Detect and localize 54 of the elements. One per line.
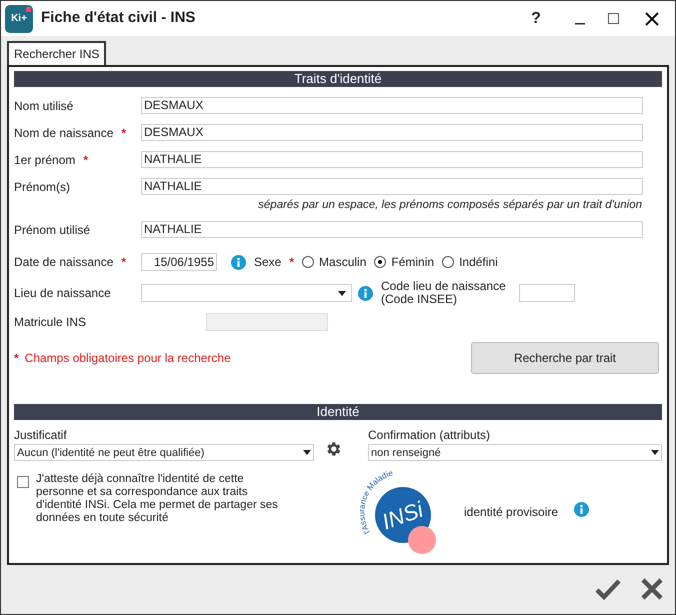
radio-button[interactable] [374, 256, 386, 268]
attest-text: J'atteste déjà connaître l'identité de cette personne et sa correspondance aux traits d'identité INSi. Cela me permet de partager ses données en toute sécurité [36, 473, 279, 526]
field-label: Sexe [254, 254, 282, 272]
required-mark: * [121, 124, 126, 142]
cancel-icon[interactable] [641, 578, 663, 600]
field-label: Nom utilisé [14, 98, 74, 114]
caret-icon [651, 450, 659, 456]
search-button[interactable]: Recherche par trait [471, 342, 659, 374]
field-label: 1er prénom [14, 152, 76, 168]
field-label: Prénom utilisé [14, 222, 90, 239]
field-hint: séparés par un espace, les prénoms composés séparés par un trait d'union [258, 198, 642, 213]
required-mark: * [83, 152, 88, 168]
radio-button[interactable] [302, 256, 314, 268]
text-field[interactable]: NATHALIE [141, 221, 643, 238]
maximize-icon[interactable] [607, 12, 621, 26]
text-field[interactable]: NATHALIE [141, 178, 643, 195]
confirmation-dropdown[interactable]: non renseigné [368, 444, 662, 462]
code-field[interactable] [519, 284, 575, 302]
field-label: Prénom(s) [14, 178, 70, 196]
field-label: Confirmation (attributs) [368, 427, 492, 444]
field-label: Date de naissance [14, 254, 114, 272]
date-field[interactable]: 15/06/1955 [141, 253, 217, 272]
confirm-icon[interactable] [595, 578, 621, 600]
section-header: Traits d'identité [14, 71, 662, 87]
required-mark: * [121, 254, 126, 272]
info-icon[interactable] [231, 254, 246, 270]
field-label: Matricule INS [14, 314, 88, 332]
help-button[interactable]: ? [523, 6, 549, 30]
caret-icon [303, 450, 311, 456]
section-header: Identité [14, 404, 662, 420]
required-mark: * [14, 350, 19, 368]
required-mark: * [289, 254, 294, 272]
justificatif-dropdown[interactable]: Aucun (l'identité ne peut être qualifiée) [14, 444, 314, 462]
radio-label: Indéfini [459, 254, 498, 272]
field-label: Justificatif [14, 427, 68, 444]
field-label: Code lieu de naissance (Code INSEE) [381, 280, 507, 306]
window-title: Fiche d'état civil - INS [41, 8, 196, 28]
text-field[interactable]: DESMAUX [141, 97, 643, 114]
checkbox[interactable] [17, 476, 29, 488]
info-icon[interactable] [574, 502, 590, 518]
text-field[interactable]: DESMAUX [141, 124, 643, 141]
caret-icon [338, 290, 346, 296]
tab[interactable]: Rechercher INS [7, 41, 106, 65]
required-note: Champs obligatoires pour la recherche [24, 350, 232, 368]
close-icon[interactable] [645, 12, 659, 26]
field-label: Nom de naissance [14, 124, 114, 142]
field-label: Lieu de naissance [14, 285, 112, 302]
radio-label: Masculin [319, 254, 366, 272]
identity-status: identité provisoire [464, 504, 558, 522]
text-field[interactable]: NATHALIE [141, 151, 643, 168]
radio-label: Féminin [391, 254, 434, 272]
radio-button[interactable] [442, 256, 454, 268]
info-icon[interactable] [358, 286, 373, 301]
app-icon: Ki+ [5, 4, 33, 32]
